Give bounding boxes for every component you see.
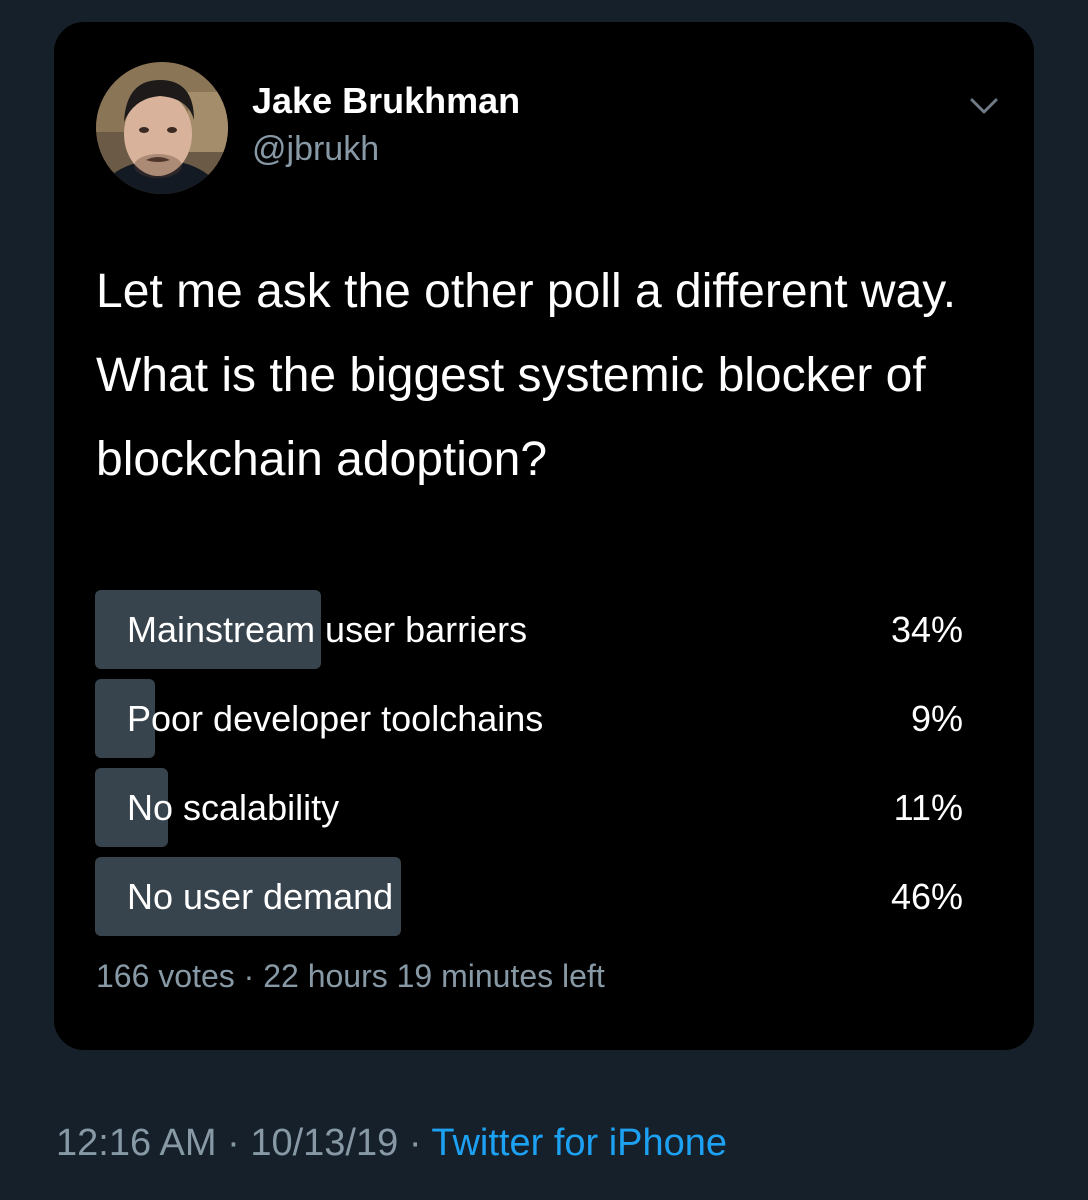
poll-option-label: Poor developer toolchains [127,698,544,739]
poll-option-percent: 11% [893,787,963,828]
poll-option: Poor developer toolchains 9% [95,679,965,758]
avatar-photo [96,62,228,194]
poll-time-left: 22 hours 19 minutes left [263,958,605,994]
tweet-date[interactable]: 10/13/19 [250,1122,398,1164]
poll-votes: 166 votes [96,958,235,994]
poll-option-percent: 34% [890,609,963,650]
separator: · [216,1122,251,1164]
tweet-time[interactable]: 12:16 AM [56,1122,217,1164]
poll-option-label: No user demand [127,876,394,917]
tweet-source-link[interactable]: Twitter for iPhone [431,1122,727,1164]
chevron-down-icon[interactable] [964,92,1004,122]
author-display-name[interactable]: Jake Brukhman [252,80,520,122]
separator: · [398,1122,432,1164]
poll-option-label: Mainstream user barriers [127,609,528,650]
tweet-card: Jake Brukhman @jbrukh Let me ask the oth… [54,22,1034,1050]
author-handle[interactable]: @jbrukh [252,130,379,169]
poll-option: No user demand 46% [95,857,965,936]
poll-option: Mainstream user barriers 34% [95,590,965,669]
poll-meta: 166 votes · 22 hours 19 minutes left [96,958,605,995]
tweet-text: Let me ask the other poll a different wa… [96,265,957,486]
poll-option: No scalability 11% [95,768,965,847]
poll-option-label: No scalability [127,787,340,828]
poll: Mainstream user barriers 34% Poor develo… [95,590,965,946]
poll-option-percent: 46% [890,876,963,917]
avatar[interactable] [96,62,228,194]
tweet-footer: 12:16 AM · 10/13/19 · Twitter for iPhone [56,1122,727,1165]
poll-option-percent: 9% [910,698,963,739]
separator: · [234,958,264,994]
